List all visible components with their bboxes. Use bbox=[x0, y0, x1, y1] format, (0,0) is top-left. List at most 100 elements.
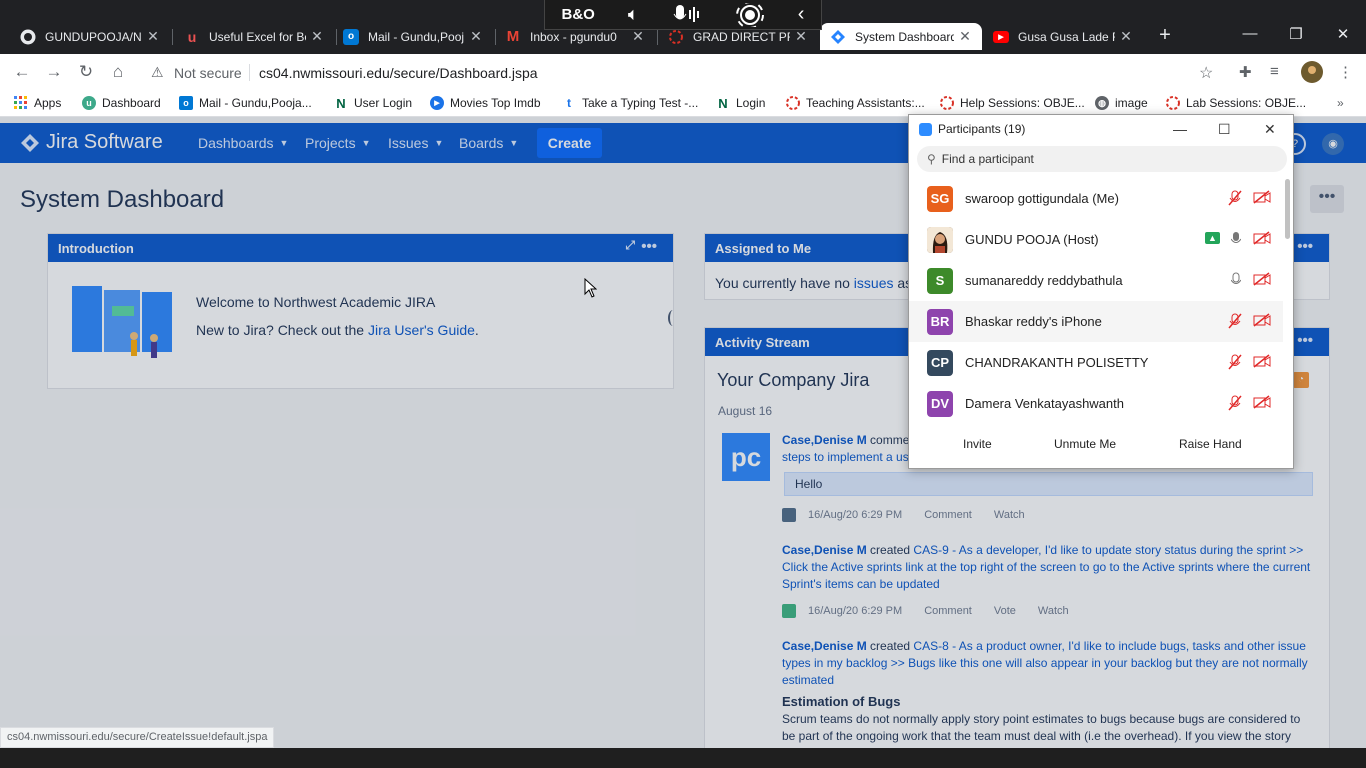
window-close-icon[interactable]: ✕ bbox=[1333, 25, 1353, 43]
close-icon[interactable]: ✕ bbox=[1119, 28, 1133, 45]
activity-heading: Your Company Jira bbox=[717, 370, 870, 390]
search-icon: ⚲ bbox=[927, 152, 936, 166]
activity-item: Case,Denise M created CAS-9 - As a devel… bbox=[782, 543, 1311, 591]
bookmark-help-sessions[interactable]: Help Sessions: OBJE... bbox=[940, 96, 1085, 110]
close-icon[interactable]: ✕ bbox=[631, 28, 645, 45]
comment-link[interactable]: Comment bbox=[924, 605, 972, 617]
menu-issues[interactable]: Issues ▼ bbox=[388, 135, 443, 151]
speaker-icon[interactable]: 🔈︎ bbox=[628, 4, 639, 25]
broadcast-icon[interactable] bbox=[735, 2, 765, 27]
close-icon[interactable]: ✕ bbox=[958, 28, 972, 45]
comment-link[interactable]: Comment bbox=[924, 509, 972, 521]
bo-logo-icon: B&O bbox=[561, 6, 595, 23]
maximize-icon[interactable]: ☐ bbox=[1218, 121, 1231, 138]
users-guide-link[interactable]: Jira User's Guide bbox=[368, 322, 475, 338]
chrome-menu-icon[interactable]: ⋮ bbox=[1338, 63, 1353, 81]
forward-icon[interactable]: → bbox=[44, 62, 64, 82]
video-off-icon bbox=[1253, 272, 1271, 286]
user-avatar[interactable]: ◉ bbox=[1322, 133, 1344, 155]
create-button[interactable]: Create bbox=[537, 128, 602, 158]
bookmark-dashboard[interactable]: u Dashboard bbox=[82, 96, 161, 110]
tab-github[interactable]: GUNDUPOOJA/N... ✕ bbox=[10, 23, 170, 50]
address-bar[interactable]: ⚠ Not secure cs04.nwmissouri.edu/secure/… bbox=[143, 60, 1226, 85]
gadget-menu-icon[interactable]: ••• bbox=[1297, 332, 1313, 349]
comment-body: Hello bbox=[784, 472, 1313, 496]
minimize-icon[interactable]: — bbox=[1240, 25, 1260, 42]
avatar: CP bbox=[927, 349, 953, 376]
avatar: SG bbox=[927, 185, 953, 212]
bookmark-typing-test[interactable]: t Take a Typing Test -... bbox=[562, 96, 698, 110]
user-link[interactable]: Case,Denise M bbox=[782, 639, 867, 653]
rss-icon[interactable]: ◔ bbox=[1293, 372, 1309, 388]
watch-link[interactable]: Watch bbox=[994, 509, 1025, 521]
mouse-cursor-icon bbox=[584, 278, 597, 298]
microphone-icon[interactable] bbox=[672, 4, 702, 26]
tab-udemy[interactable]: u Useful Excel for Be ✕ bbox=[174, 23, 334, 50]
unmute-me-button[interactable]: Unmute Me bbox=[1046, 433, 1124, 457]
participant-row[interactable]: SG swaroop gottigundala (Me) bbox=[909, 178, 1283, 219]
reload-icon[interactable]: ↻ bbox=[76, 62, 96, 82]
status-bar: cs04.nwmissouri.edu/secure/CreateIssue!d… bbox=[0, 727, 275, 748]
activity-date: August 16 bbox=[718, 404, 773, 418]
tab-outlook[interactable]: o Mail - Gundu,Pooj ✕ bbox=[333, 23, 493, 50]
participant-row[interactable]: GUNDU POOJA (Host) ▲ bbox=[909, 219, 1283, 260]
close-icon[interactable]: ✕ bbox=[1264, 121, 1276, 138]
menu-dashboards[interactable]: Dashboards ▼ bbox=[198, 135, 288, 151]
more-bookmarks-icon[interactable]: » bbox=[1337, 96, 1344, 110]
watch-link[interactable]: Watch bbox=[1038, 605, 1069, 617]
participant-search-input[interactable]: ⚲ Find a participant bbox=[917, 146, 1287, 172]
restore-icon[interactable]: ❐ bbox=[1286, 25, 1306, 43]
home-icon[interactable]: ⌂ bbox=[108, 62, 128, 82]
user-link[interactable]: Case,Denise M bbox=[782, 433, 867, 447]
menu-boards[interactable]: Boards ▼ bbox=[459, 135, 518, 151]
minimize-icon[interactable]: — bbox=[1173, 121, 1187, 137]
bookmark-lab-sessions[interactable]: Lab Sessions: OBJE... bbox=[1166, 96, 1306, 110]
raise-hand-button[interactable]: Raise Hand bbox=[1171, 433, 1250, 457]
menu-projects[interactable]: Projects ▼ bbox=[305, 135, 371, 151]
bookmark-mail[interactable]: o Mail - Gundu,Pooja... bbox=[179, 96, 312, 110]
close-icon[interactable]: ✕ bbox=[146, 28, 160, 45]
bookmark-login[interactable]: N Login bbox=[716, 95, 765, 111]
tab-youtube[interactable]: ▶ Gusa Gusa Lade F ✕ bbox=[983, 23, 1143, 50]
video-off-icon bbox=[1253, 395, 1271, 409]
participant-row[interactable]: DV Damera Venkatayashwanth bbox=[909, 383, 1283, 424]
gadget-menu-icon[interactable]: ••• bbox=[641, 238, 657, 255]
apps-grid-icon bbox=[14, 96, 28, 110]
invite-button[interactable]: Invite bbox=[955, 433, 1000, 457]
video-off-icon bbox=[1253, 231, 1271, 245]
bookmark-user-login[interactable]: N User Login bbox=[334, 96, 412, 111]
bookmark-movies[interactable]: ▶ Movies Top Imdb bbox=[430, 96, 541, 110]
close-icon[interactable]: ✕ bbox=[794, 28, 808, 45]
typing-icon: t bbox=[567, 96, 571, 110]
profile-avatar[interactable] bbox=[1301, 61, 1323, 83]
n-logo-icon: N bbox=[718, 95, 728, 111]
introduction-gadget: Introduction ⤢ ••• Welcome to Northwest … bbox=[47, 233, 674, 389]
media-queue-icon[interactable]: ≡ bbox=[1270, 63, 1279, 80]
participant-row[interactable]: BR Bhaskar reddy's iPhone bbox=[909, 301, 1283, 342]
user-link[interactable]: Case,Denise M bbox=[782, 543, 867, 557]
dashboard-more-icon[interactable]: ••• bbox=[1310, 185, 1344, 213]
bookmark-image[interactable]: ◍ image bbox=[1095, 96, 1148, 110]
bookmark-star-icon[interactable]: ☆ bbox=[1199, 63, 1213, 83]
introduction-text: Welcome to Northwest Academic JIRA New t… bbox=[196, 294, 479, 338]
gadget-menu-icon[interactable]: ••• bbox=[1297, 238, 1313, 255]
bookmark-apps[interactable]: Apps bbox=[14, 96, 61, 110]
url-text[interactable]: cs04.nwmissouri.edu/secure/Dashboard.jsp… bbox=[259, 65, 538, 81]
bookmark-teaching-assistants[interactable]: Teaching Assistants:... bbox=[786, 96, 925, 110]
back-icon[interactable]: ← bbox=[12, 62, 32, 82]
participant-row[interactable]: S sumanareddy reddybathula bbox=[909, 260, 1283, 301]
issue-link[interactable]: steps to implement a us bbox=[782, 450, 909, 464]
extensions-icon[interactable]: ✚ bbox=[1239, 63, 1252, 81]
maximize-icon[interactable]: ⤢ bbox=[625, 238, 635, 253]
issues-link[interactable]: issues bbox=[854, 275, 894, 291]
close-icon[interactable]: ✕ bbox=[310, 28, 324, 45]
collapse-arrow-icon[interactable]: ‹ bbox=[798, 3, 805, 26]
vote-link[interactable]: Vote bbox=[994, 605, 1016, 617]
new-tab-button[interactable]: + bbox=[1154, 24, 1176, 47]
jira-logo[interactable]: Jira Software bbox=[20, 131, 163, 154]
tab-system-dashboard[interactable]: System Dashboard ✕ bbox=[820, 23, 982, 50]
scrollbar[interactable] bbox=[1285, 179, 1290, 239]
participant-row[interactable]: CP CHANDRAKANTH POLISETTY bbox=[909, 342, 1283, 383]
circle-icon bbox=[940, 96, 954, 110]
close-icon[interactable]: ✕ bbox=[469, 28, 483, 45]
